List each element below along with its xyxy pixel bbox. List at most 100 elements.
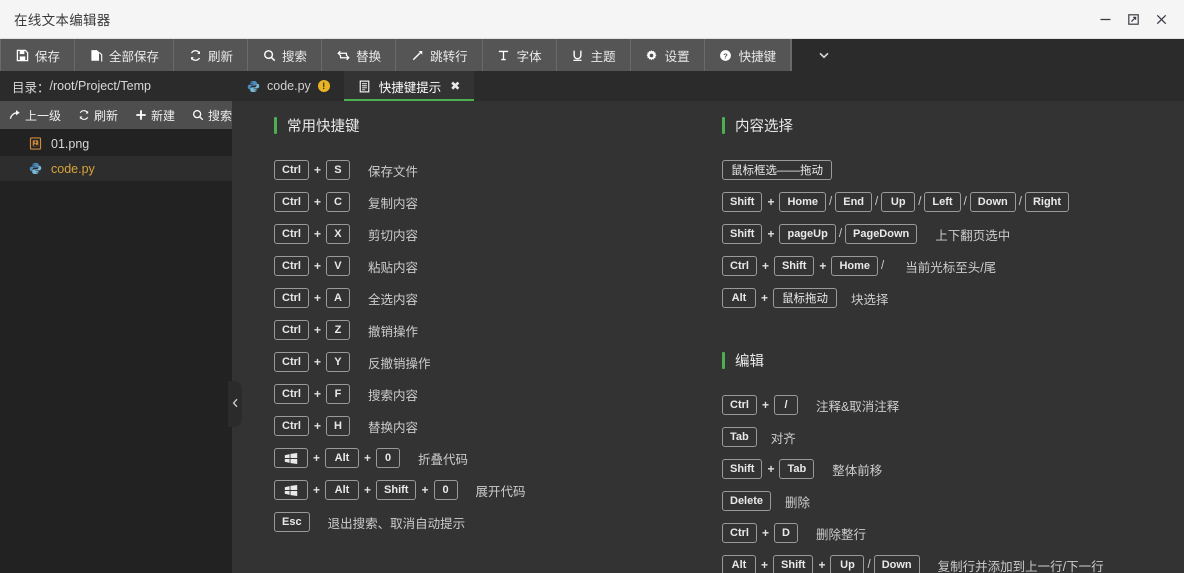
key-cap: End: [835, 192, 872, 212]
sidebar-button-refresh[interactable]: 刷新: [69, 107, 126, 124]
key-cap: Ctrl: [274, 352, 309, 372]
help-icon: ?: [719, 48, 733, 62]
python-file-icon: [246, 79, 260, 93]
chevron-down-icon[interactable]: [792, 39, 856, 71]
shortcut-row: Ctrl+V粘贴内容: [274, 250, 680, 282]
plus-separator: +: [308, 483, 325, 497]
toolbar-button-goto-line[interactable]: 跳转行: [396, 39, 483, 71]
slash-separator: /: [864, 559, 873, 571]
key-cap: Ctrl: [722, 256, 757, 276]
section-title-common-shortcuts: 常用快捷键: [274, 115, 680, 136]
key-cap: Up: [830, 555, 864, 573]
shortcut-row: Esc退出搜索、取消自动提示: [274, 506, 680, 538]
plus-separator: +: [309, 355, 326, 369]
key-cap: Down: [970, 192, 1016, 212]
window-title: 在线文本编辑器: [14, 9, 111, 29]
sidebar-collapse-handle[interactable]: [228, 381, 242, 427]
up-level-icon: [8, 109, 21, 122]
shortcut-row: Ctrl+X剪切内容: [274, 218, 680, 250]
slash-separator: /: [872, 196, 881, 208]
tab-code-py[interactable]: code.py !: [232, 71, 344, 101]
plus-separator: +: [359, 483, 376, 497]
key-cap: Shift: [774, 256, 814, 276]
toolbar-label: 保存: [35, 46, 60, 65]
toolbar-button-save-all[interactable]: 全部保存: [75, 39, 174, 71]
sidebar-tool-label: 刷新: [94, 107, 118, 124]
shortcut-description: 删除: [785, 492, 810, 511]
close-icon[interactable]: [1148, 6, 1174, 32]
toolbar-button-save[interactable]: 保存: [0, 39, 75, 71]
shortcut-description: 当前光标至头/尾: [905, 257, 996, 276]
shortcut-description: 展开代码: [476, 481, 526, 500]
section-title-text: 编辑: [735, 350, 764, 371]
slash-separator: /: [961, 196, 970, 208]
maximize-icon[interactable]: [1120, 6, 1146, 32]
toolbar-label: 设置: [665, 46, 690, 65]
section-spacer: [722, 314, 1184, 350]
toolbar-label: 跳转行: [430, 46, 468, 65]
key-cap: Shift: [722, 224, 762, 244]
toolbar-label: 主题: [591, 46, 616, 65]
key-cap: Shift: [773, 555, 813, 573]
plus-icon: [134, 109, 147, 122]
toolbar-button-search[interactable]: 搜索: [248, 39, 322, 71]
toolbar-label: 全部保存: [109, 46, 159, 65]
sidebar-button-new[interactable]: 新建: [126, 107, 183, 124]
key-cap: Alt: [325, 448, 359, 468]
section-title-content-selection: 内容选择: [722, 115, 1184, 136]
plus-separator: +: [757, 526, 774, 540]
section-accent-bar: [274, 117, 277, 134]
key-cap: X: [326, 224, 350, 244]
key-cap: Y: [326, 352, 350, 372]
directory-path: /root/Project/Temp: [50, 79, 151, 93]
python-file-icon: [28, 162, 42, 176]
tab-bar: code.py ! 快捷键提示 ✖: [232, 71, 1184, 101]
key-cap: Alt: [722, 555, 756, 573]
tab-close-icon[interactable]: ✖: [450, 79, 460, 93]
file-item-code-py[interactable]: code.py: [0, 156, 232, 181]
file-name: code.py: [51, 162, 95, 176]
shortcut-description: 删除整行: [816, 524, 866, 543]
key-cap: Alt: [722, 288, 756, 308]
plus-separator: +: [762, 462, 779, 476]
key-cap: Tab: [722, 427, 757, 447]
document-icon: [358, 79, 372, 93]
key-cap: Ctrl: [274, 384, 309, 404]
shortcut-row: Delete删除: [722, 485, 1184, 517]
toolbar-button-shortcuts[interactable]: ? 快捷键: [705, 39, 792, 71]
plus-separator: +: [309, 387, 326, 401]
plus-separator: +: [359, 451, 376, 465]
shortcut-row: Ctrl+F搜索内容: [274, 378, 680, 410]
file-name: 01.png: [51, 137, 89, 151]
tab-shortcuts-help[interactable]: 快捷键提示 ✖: [344, 71, 475, 101]
editor-content: code.py ! 快捷键提示 ✖ 常用快捷键: [232, 71, 1184, 573]
key-cap: Home: [779, 192, 826, 212]
unsaved-warning-badge: !: [318, 80, 330, 92]
sidebar-button-up-level[interactable]: 上一级: [0, 107, 69, 124]
plus-separator: +: [762, 227, 779, 241]
plus-separator: +: [814, 259, 831, 273]
windows-key-icon: [274, 448, 308, 468]
svg-text:?: ?: [723, 51, 728, 60]
toolbar-label: 字体: [517, 46, 542, 65]
shortcut-description: 搜索内容: [368, 385, 418, 404]
shortcut-row: Ctrl+A全选内容: [274, 282, 680, 314]
toolbar-button-font[interactable]: 字体: [483, 39, 557, 71]
main-toolbar: 保存 全部保存 刷新 搜索: [0, 39, 1184, 71]
toolbar-button-theme[interactable]: 主题: [557, 39, 631, 71]
file-item-01-png[interactable]: 01.png: [0, 131, 232, 156]
key-cap: V: [326, 256, 350, 276]
key-cap: Shift: [722, 192, 762, 212]
shortcut-row: Alt + Shift + Up/ Down 复制行并添加到上一行/下一行: [722, 549, 1184, 573]
tab-label: code.py: [267, 79, 311, 93]
shortcut-row: + Alt + 0 折叠代码: [274, 442, 680, 474]
toolbar-button-settings[interactable]: 设置: [631, 39, 705, 71]
toolbar-button-replace[interactable]: 替换: [322, 39, 396, 71]
key-cap: D: [774, 523, 798, 543]
key-cap: 鼠标拖动: [773, 288, 837, 308]
minimize-icon[interactable]: [1092, 6, 1118, 32]
key-cap: /: [774, 395, 798, 415]
toolbar-button-refresh[interactable]: 刷新: [174, 39, 248, 71]
plus-separator: +: [309, 419, 326, 433]
shortcut-description: 撤销操作: [368, 321, 418, 340]
